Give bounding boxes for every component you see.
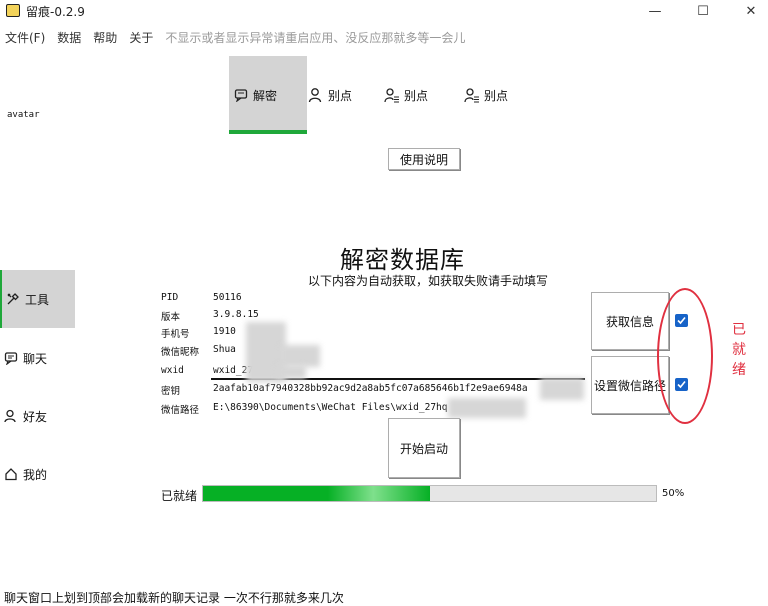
maximize-button[interactable]: ☐ bbox=[680, 0, 726, 22]
sidebar-item-me[interactable]: 我的 bbox=[0, 446, 75, 502]
pid-label: PID bbox=[161, 292, 179, 303]
path-label: 微信路径 bbox=[161, 405, 200, 416]
version-label: 版本 bbox=[161, 312, 181, 323]
redaction-blur bbox=[280, 345, 320, 367]
sidebar-item-label: 好友 bbox=[23, 409, 48, 424]
progress-percent: 50% bbox=[662, 488, 685, 499]
progress-fill bbox=[203, 486, 430, 501]
version-value: 3.9.8.15 bbox=[213, 309, 259, 320]
app-icon bbox=[6, 4, 20, 17]
chat-bubble-icon bbox=[233, 87, 249, 103]
close-button[interactable]: ✕ bbox=[728, 0, 768, 22]
title-bar: 留痕-0.2.9 — ☐ ✕ bbox=[0, 0, 768, 22]
minimize-button[interactable]: — bbox=[632, 0, 678, 22]
nickname-value: Shua bbox=[213, 344, 236, 355]
tab-label: 别点 bbox=[484, 88, 509, 103]
tab-label: 解密 bbox=[253, 88, 278, 103]
chat-icon bbox=[4, 351, 18, 365]
sidebar-item-label: 工具 bbox=[25, 292, 50, 307]
progress-label: 已就绪 bbox=[161, 489, 198, 503]
phone-label: 手机号 bbox=[161, 329, 190, 340]
menu-data[interactable]: 数据 bbox=[57, 29, 81, 46]
home-icon bbox=[4, 467, 18, 481]
menu-about[interactable]: 关于 bbox=[129, 29, 153, 46]
avatar[interactable]: avatar bbox=[7, 110, 40, 120]
tab-dont-click-1[interactable]: 别点 bbox=[308, 56, 352, 134]
annotation-ellipse bbox=[657, 288, 713, 424]
user-list-icon bbox=[464, 87, 480, 103]
sidebar-item-friends[interactable]: 好友 bbox=[0, 388, 75, 444]
key-label: 密钥 bbox=[161, 386, 181, 397]
sidebar-item-label: 我的 bbox=[23, 467, 48, 482]
redaction-blur bbox=[448, 398, 526, 418]
redaction-blur bbox=[540, 378, 584, 400]
wxid-label: wxid bbox=[161, 365, 184, 376]
friends-icon bbox=[4, 409, 18, 423]
sidebar-item-label: 聊天 bbox=[23, 351, 48, 366]
phone-value: 1910 bbox=[213, 326, 236, 337]
window-title: 留痕-0.2.9 bbox=[26, 5, 85, 19]
help-button[interactable]: 使用说明 bbox=[388, 148, 460, 170]
tools-icon bbox=[6, 292, 20, 306]
page-subtitle: 以下内容为自动获取，如获取失败请手动填写 bbox=[308, 274, 549, 288]
path-value: E:\86390\Documents\WeChat Files\wxid_27h… bbox=[213, 402, 448, 413]
menu-bar: 文件(F) 数据 帮助 关于 不显示或者显示异常请重启应用、没反应那就多等一会儿 bbox=[0, 27, 768, 47]
annotation-ready-text: 已就绪 bbox=[732, 322, 746, 378]
redaction-blur bbox=[276, 365, 306, 379]
page-title: 解密数据库 bbox=[340, 246, 465, 274]
progress-bar bbox=[202, 485, 657, 502]
tab-label: 别点 bbox=[404, 88, 429, 103]
tab-dont-click-3[interactable]: 别点 bbox=[464, 56, 508, 134]
tab-decrypt[interactable]: 解密 bbox=[229, 56, 307, 134]
status-bar: 聊天窗口上划到顶部会加载新的聊天记录 一次不行那就多来几次 bbox=[4, 591, 344, 605]
sidebar-item-chat[interactable]: 聊天 bbox=[0, 330, 75, 386]
tab-dont-click-2[interactable]: 别点 bbox=[384, 56, 428, 134]
user-list-icon bbox=[384, 87, 400, 103]
menu-file[interactable]: 文件(F) bbox=[5, 29, 45, 46]
menu-note: 不显示或者显示异常请重启应用、没反应那就多等一会儿 bbox=[165, 30, 466, 45]
tab-label: 别点 bbox=[328, 88, 353, 103]
start-button[interactable]: 开始启动 bbox=[388, 418, 460, 478]
nickname-label: 微信昵称 bbox=[161, 347, 200, 358]
active-tab-indicator bbox=[229, 130, 307, 134]
key-value: 2aafab10af7940328bb92ac9d2a8ab5fc07a6856… bbox=[213, 383, 528, 394]
menu-help[interactable]: 帮助 bbox=[93, 29, 117, 46]
user-icon bbox=[308, 87, 324, 103]
pid-value: 50116 bbox=[213, 292, 242, 303]
sidebar-item-tools[interactable]: 工具 bbox=[0, 270, 75, 328]
